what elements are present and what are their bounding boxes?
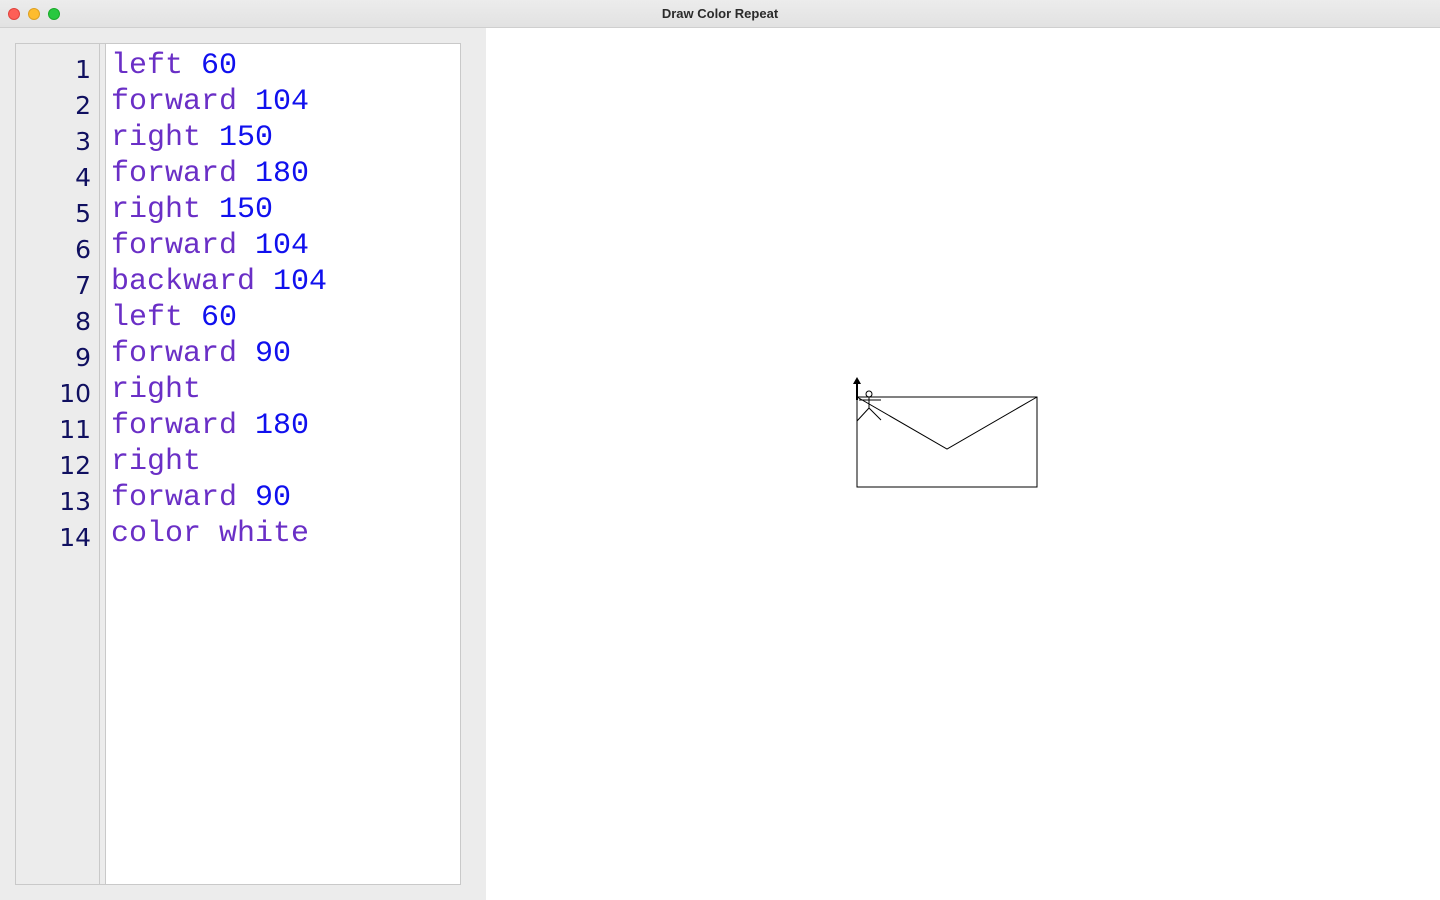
command-number: 104 <box>255 85 310 119</box>
command-keyword: left <box>111 301 184 335</box>
line-number: 14 <box>59 523 91 552</box>
code-line[interactable]: forward 180 <box>111 156 309 192</box>
code-line[interactable]: forward 90 <box>111 336 291 372</box>
command-argument: white <box>219 517 310 551</box>
envelope-rectangle <box>856 396 1038 488</box>
command-keyword: right <box>111 373 202 407</box>
code-line[interactable]: right 150 <box>111 192 273 228</box>
command-number: 60 <box>201 49 238 83</box>
line-number: 10 <box>59 379 91 408</box>
line-number: 11 <box>59 415 91 444</box>
code-line[interactable]: right 150 <box>111 120 273 156</box>
drawing-svg <box>853 377 1038 488</box>
line-number: 13 <box>59 487 91 516</box>
code-line[interactable]: right <box>111 372 201 408</box>
editor-panel: 1 2 3 4 5 6 7 8 9 10 11 12 13 14 left 60 forward 104 ri… <box>0 28 486 900</box>
command-number: 150 <box>219 193 274 227</box>
command-number: 180 <box>255 157 310 191</box>
code-line[interactable]: left 60 <box>111 300 237 336</box>
command-keyword: forward <box>111 337 238 371</box>
code-line[interactable]: left 60 <box>111 48 237 84</box>
title-bar: Draw Color Repeat <box>0 0 1440 28</box>
command-number: 90 <box>255 337 292 371</box>
command-keyword: right <box>111 445 202 479</box>
line-number: 4 <box>75 163 91 192</box>
command-number: 104 <box>273 265 328 299</box>
code-line[interactable]: forward 90 <box>111 480 291 516</box>
command-keyword: forward <box>111 157 238 191</box>
command-keyword: forward <box>111 229 238 263</box>
command-number: 90 <box>255 481 292 515</box>
window-title: Draw Color Repeat <box>661 6 779 21</box>
command-keyword: left <box>111 49 184 83</box>
command-number: 150 <box>219 121 274 155</box>
command-keyword: right <box>111 121 202 155</box>
line-number: 9 <box>75 343 91 372</box>
code-line[interactable]: backward 104 <box>111 264 327 300</box>
code-text-area[interactable]: left 60 forward 104 right 150 forward 180 ri… <box>105 44 460 884</box>
command-keyword: backward <box>111 265 256 299</box>
drawing-canvas <box>486 28 1440 900</box>
app-window: Draw Color Repeat 1 2 3 4 5 6 7 8 9 10 11 12 13 14 le… <box>0 0 1440 900</box>
code-editor: 1 2 3 4 5 6 7 8 9 10 11 12 13 14 left 60 forward 104 ri… <box>15 43 461 885</box>
line-number: 7 <box>75 271 91 300</box>
code-line[interactable]: color white <box>111 516 309 552</box>
code-line[interactable]: forward 104 <box>111 228 309 264</box>
line-number: 1 <box>75 55 91 84</box>
command-keyword: right <box>111 193 202 227</box>
envelope-flap <box>856 396 1038 450</box>
command-keyword: forward <box>111 409 238 443</box>
command-number: 60 <box>201 301 238 335</box>
command-number: 104 <box>255 229 310 263</box>
command-keyword: forward <box>111 481 238 515</box>
line-number: 3 <box>75 127 91 156</box>
code-line[interactable]: forward 104 <box>111 84 309 120</box>
command-number: 180 <box>255 409 310 443</box>
command-keyword: color <box>111 517 202 551</box>
line-number: 5 <box>75 199 91 228</box>
line-number: 6 <box>75 235 91 264</box>
command-keyword: forward <box>111 85 238 119</box>
line-number: 8 <box>75 307 91 336</box>
stick-figure-turtle-icon <box>856 390 882 422</box>
line-number-gutter: 1 2 3 4 5 6 7 8 9 10 11 12 13 14 <box>16 44 100 884</box>
code-line[interactable]: right <box>111 444 201 480</box>
code-line[interactable]: forward 180 <box>111 408 309 444</box>
line-number: 12 <box>59 451 91 480</box>
line-number: 2 <box>75 91 91 120</box>
